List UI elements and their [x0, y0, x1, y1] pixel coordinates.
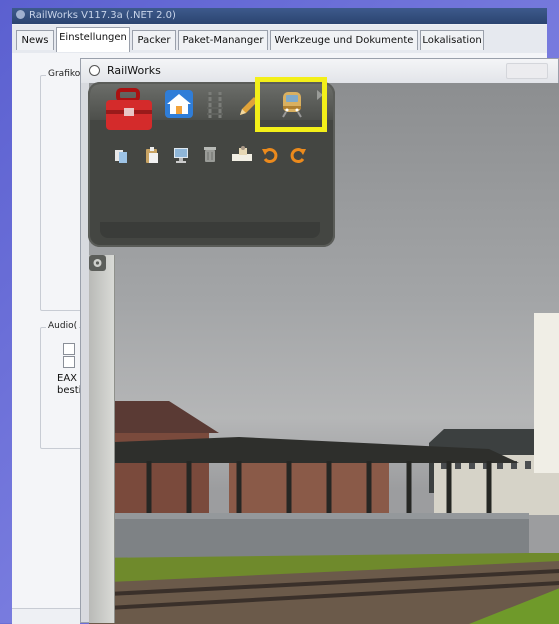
back-window-titlebar: RailWorks V117.3a (.NET 2.0)	[12, 8, 547, 24]
audio-checkbox-2[interactable]	[63, 356, 75, 368]
platform-wall	[89, 513, 529, 558]
track-icon[interactable]	[206, 92, 224, 122]
tab-paket-manager[interactable]: Paket-Mananger	[178, 30, 268, 50]
home-icon[interactable]	[164, 89, 194, 123]
copy-icon[interactable]	[113, 148, 129, 168]
back-window-statusbar	[12, 608, 80, 624]
toolbar-bottom-strip	[100, 222, 320, 238]
tab-werkzeuge[interactable]: Werkzeuge und Dokumente	[270, 30, 418, 50]
eax-label-2: besti	[57, 385, 82, 396]
railworks-app-icon	[89, 65, 100, 76]
group-grafik-label: Grafiko	[46, 69, 83, 79]
paste-icon[interactable]	[144, 146, 160, 168]
undo-icon[interactable]	[261, 146, 279, 168]
stamp-icon[interactable]	[231, 146, 253, 166]
group-audio-label: Audio(	[46, 321, 80, 331]
back-window-title: RailWorks V117.3a (.NET 2.0)	[29, 10, 176, 21]
wall-right	[534, 313, 559, 473]
audio-checkbox-1[interactable]	[63, 343, 75, 355]
highlight-box	[255, 77, 327, 132]
redo-icon[interactable]	[289, 146, 307, 168]
tab-news[interactable]: News	[16, 30, 54, 50]
toolbox-icon[interactable]	[104, 86, 154, 138]
tab-bar: News Einstellungen Packer Paket-Mananger…	[12, 25, 547, 54]
gear-icon[interactable]	[89, 255, 106, 271]
game-side-panel	[89, 255, 115, 623]
app-icon	[16, 10, 25, 19]
game-window-title: RailWorks	[107, 64, 161, 77]
monitor-icon[interactable]	[172, 146, 190, 168]
tab-einstellungen[interactable]: Einstellungen	[56, 27, 130, 52]
eax-label-1: EAX	[57, 373, 78, 384]
trash-icon[interactable]	[203, 145, 217, 167]
tab-lokalisation[interactable]: Lokalisation	[420, 30, 484, 50]
window-close-button[interactable]	[506, 63, 548, 79]
tab-packer[interactable]: Packer	[132, 30, 176, 50]
